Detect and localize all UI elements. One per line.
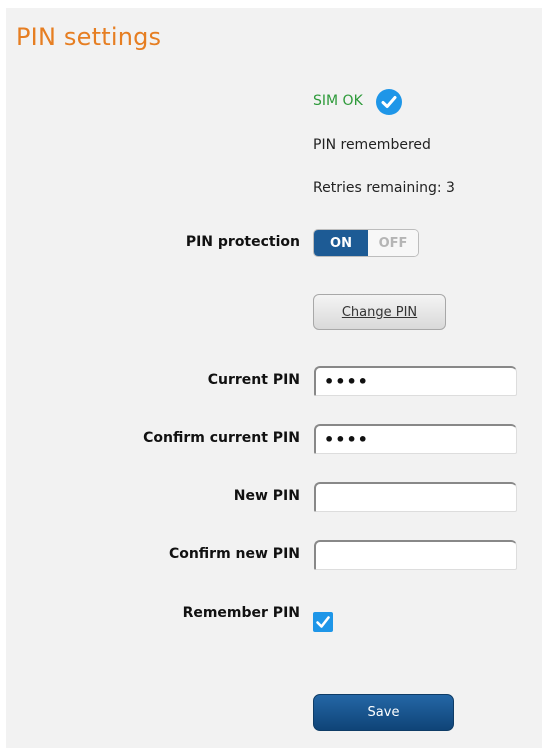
remember-pin-checkbox[interactable] [313,612,333,632]
pin-state-text: PIN remembered [313,137,431,153]
current-pin-input[interactable] [314,366,517,396]
toggle-on-option[interactable]: ON [314,230,368,256]
current-pin-label: Current PIN [207,372,300,388]
pin-settings-panel: PIN settings SIM OK PIN remembered Retri… [6,8,542,748]
checkmark-icon [316,616,330,628]
change-pin-button[interactable]: Change PIN [313,294,446,330]
confirm-new-pin-input[interactable] [314,540,517,570]
pin-protection-toggle[interactable]: ON OFF [313,229,419,257]
remember-pin-label: Remember PIN [182,605,300,621]
sim-ok-check-icon [376,89,402,115]
confirm-current-pin-input[interactable] [314,424,517,454]
confirm-current-pin-label: Confirm current PIN [143,430,300,446]
sim-status-text: SIM OK [313,93,363,109]
page-title: PIN settings [16,23,162,51]
save-button[interactable]: Save [313,694,454,731]
toggle-off-option[interactable]: OFF [368,230,418,256]
retries-remaining-text: Retries remaining: 3 [313,180,455,196]
confirm-new-pin-label: Confirm new PIN [168,546,300,562]
new-pin-label: New PIN [233,488,300,504]
pin-protection-label: PIN protection [185,234,300,250]
new-pin-input[interactable] [314,482,517,512]
